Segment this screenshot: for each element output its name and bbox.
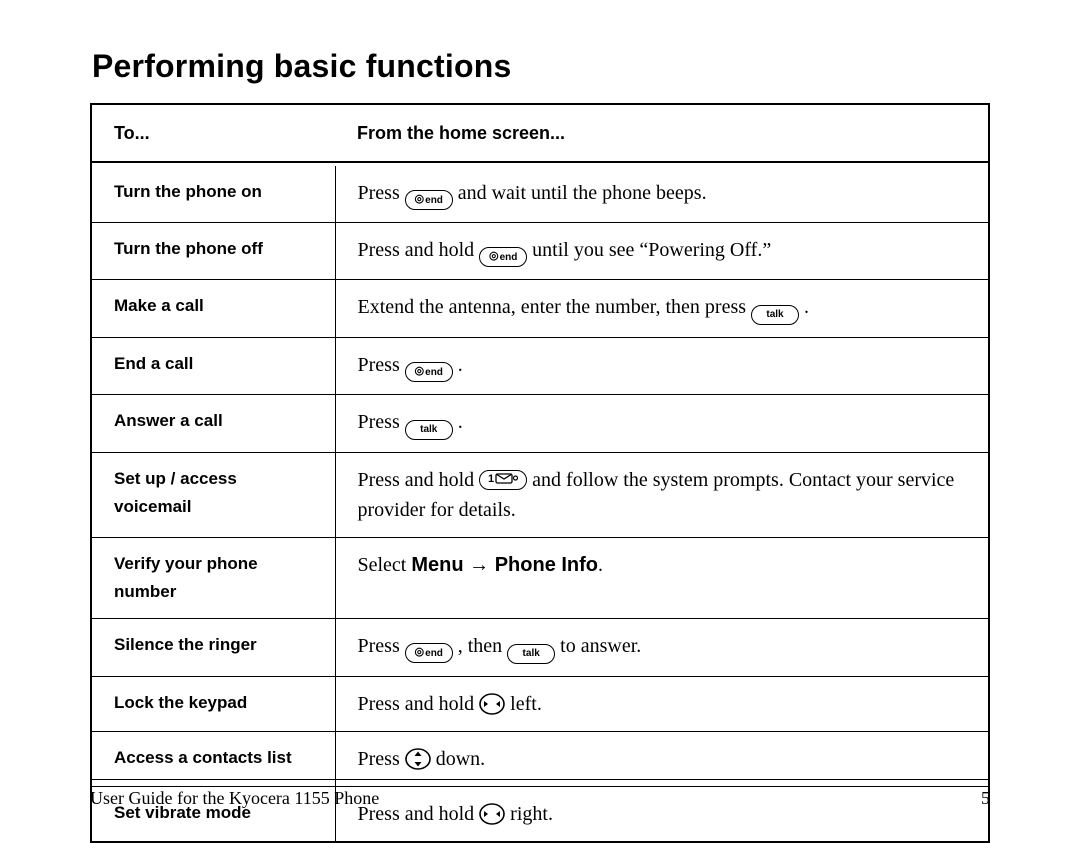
row-label: Lock the keypad [91,677,335,732]
row-label: Turn the phone off [91,223,335,280]
text-post: . [458,411,463,433]
text-pre: Press [358,182,405,204]
talk-key-icon: talk [405,420,453,440]
row-desc: Press and hold 1 and follow the system p… [335,453,989,538]
text-post: and wait until the phone beeps. [458,182,707,204]
table-row: Answer a call Press talk . [91,395,989,453]
end-key-icon: ◎end [479,247,527,267]
table-header-row: To... From the home screen... [91,104,989,162]
row-label: Verify your phone number [91,538,335,619]
footer-page-number: 5 [981,788,990,809]
row-label: Answer a call [91,395,335,453]
table-row: Verify your phone number Select Menu → P… [91,538,989,619]
end-key-icon: ◎end [405,190,453,210]
table-row: Lock the keypad Press and hold left. [91,677,989,732]
text-pre: Press [358,748,405,770]
end-key-icon: ◎end [405,643,453,663]
text-pre: Press and hold [358,693,480,715]
voicemail-key-icon: 1 [479,470,527,490]
menu-path: Menu → Phone Info [411,554,598,576]
row-desc: Press ◎end , then talk to answer. [335,619,989,677]
text-pre: Press [358,354,405,376]
row-label: Silence the ringer [91,619,335,677]
text-post: . [804,296,809,318]
text-mid: , then [458,635,507,657]
row-desc: Press and hold left. [335,677,989,732]
table-row: Turn the phone on Press ◎end and wait un… [91,166,989,223]
row-desc: Press ◎end . [335,338,989,395]
document-page: Performing basic functions To... From th… [0,0,1080,839]
table-row: Silence the ringer Press ◎end , then tal… [91,619,989,677]
talk-key-icon: talk [751,305,799,325]
text-pre: Select [358,554,412,576]
col-header-to: To... [91,104,335,162]
row-label: End a call [91,338,335,395]
row-desc: Press and hold ◎end until you see “Power… [335,223,989,280]
nav-left-right-icon [479,693,505,715]
text-post: down. [436,748,485,770]
text-pre: Extend the antenna, enter the number, th… [358,296,752,318]
row-desc: Press talk . [335,395,989,453]
col-header-from: From the home screen... [335,104,989,162]
footer-left: User Guide for the Kyocera 1155 Phone [90,788,379,809]
page-footer: User Guide for the Kyocera 1155 Phone 5 [90,779,990,809]
text-post: . [458,354,463,376]
basic-functions-table: To... From the home screen... Turn the p… [90,103,990,843]
row-label: Make a call [91,280,335,338]
nav-up-down-icon [405,748,431,770]
text-post: . [598,554,603,576]
row-label: Set up / access voicemail [91,453,335,538]
page-title: Performing basic functions [92,48,990,85]
table-row: Turn the phone off Press and hold ◎end u… [91,223,989,280]
text-post: until you see “Powering Off.” [532,239,771,261]
svg-text:1: 1 [488,473,494,485]
table-row: End a call Press ◎end . [91,338,989,395]
text-pre: Press and hold [358,239,480,261]
row-desc: Press ◎end and wait until the phone beep… [335,166,989,223]
end-key-icon: ◎end [405,362,453,382]
row-label: Turn the phone on [91,166,335,223]
row-desc: Select Menu → Phone Info. [335,538,989,619]
text-pre: Press and hold [358,469,480,491]
text-post: to answer. [560,635,641,657]
row-desc: Extend the antenna, enter the number, th… [335,280,989,338]
text-pre: Press [358,635,405,657]
talk-key-icon: talk [507,644,555,664]
text-pre: Press [358,411,405,433]
table-row: Make a call Extend the antenna, enter th… [91,280,989,338]
table-row: Set up / access voicemail Press and hold… [91,453,989,538]
text-post: left. [510,693,542,715]
